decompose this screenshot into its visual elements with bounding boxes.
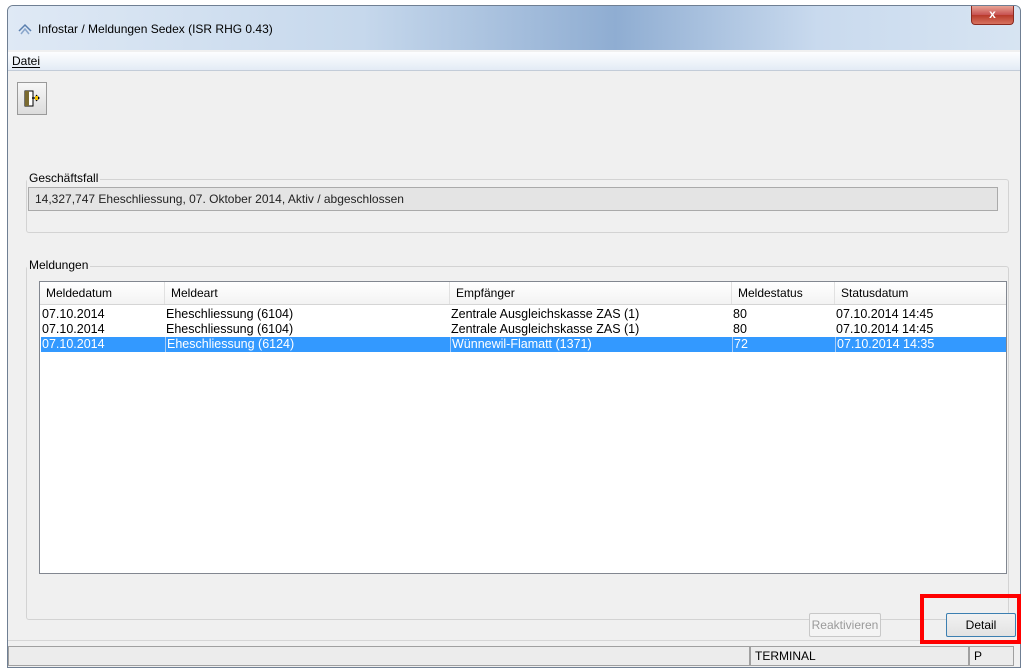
meldungen-legend: Meldungen bbox=[27, 258, 91, 272]
app-icon bbox=[18, 23, 32, 35]
status-segment-main bbox=[8, 646, 750, 666]
cell-empfaenger: Zentrale Ausgleichskasse ZAS (1) bbox=[451, 307, 640, 321]
cell-empfaenger: Wünnewil-Flamatt (1371) bbox=[450, 337, 592, 352]
detail-button[interactable]: Detail bbox=[946, 613, 1016, 637]
menu-bar: Datei bbox=[8, 52, 1020, 71]
cell-statusdatum: 07.10.2014 14:45 bbox=[836, 322, 934, 336]
close-icon: x bbox=[989, 7, 996, 21]
cell-empfaenger: Zentrale Ausgleichskasse ZAS (1) bbox=[451, 322, 640, 336]
cell-meldeart: Eheschliessung (6124) bbox=[165, 337, 295, 352]
title-bar[interactable]: Infostar / Meldungen Sedex (ISR RHG 0.43… bbox=[8, 6, 1020, 50]
cell-meldeart: Eheschliessung (6104) bbox=[166, 322, 294, 336]
table-row[interactable]: 07.10.2014 Eheschliessung (6104) Zentral… bbox=[41, 307, 1006, 322]
status-bar: TERMINAL P bbox=[8, 640, 1020, 667]
cell-meldestatus: 80 bbox=[733, 307, 747, 321]
cell-meldedatum: 07.10.2014 bbox=[42, 322, 105, 336]
meldungen-table[interactable]: Meldedatum Meldeart Empfänger Meldestatu… bbox=[39, 281, 1007, 574]
main-window: Infostar / Meldungen Sedex (ISR RHG 0.43… bbox=[7, 5, 1021, 668]
col-meldedatum[interactable]: Meldedatum bbox=[40, 282, 165, 304]
cell-meldestatus: 80 bbox=[733, 322, 747, 336]
col-meldeart[interactable]: Meldeart bbox=[165, 282, 450, 304]
cell-statusdatum: 07.10.2014 14:35 bbox=[835, 337, 935, 352]
close-button[interactable]: x bbox=[971, 6, 1014, 25]
menu-datei[interactable]: Datei bbox=[12, 54, 40, 68]
cell-meldeart: Eheschliessung (6104) bbox=[166, 307, 294, 321]
table-header: Meldedatum Meldeart Empfänger Meldestatu… bbox=[40, 282, 1006, 305]
col-statusdatum[interactable]: Statusdatum bbox=[835, 282, 1006, 304]
exit-door-icon bbox=[24, 90, 40, 107]
geschaeftsfall-field: 14,327,747 Eheschliessung, 07. Oktober 2… bbox=[28, 187, 998, 211]
cell-statusdatum: 07.10.2014 14:45 bbox=[836, 307, 934, 321]
window-title: Infostar / Meldungen Sedex (ISR RHG 0.43… bbox=[38, 22, 273, 36]
table-row[interactable]: 07.10.2014 Eheschliessung (6104) Zentral… bbox=[41, 322, 1006, 337]
cell-meldedatum: 07.10.2014 bbox=[42, 337, 105, 351]
exit-button[interactable] bbox=[17, 82, 47, 115]
cell-meldestatus: 72 bbox=[732, 337, 748, 352]
col-meldestatus[interactable]: Meldestatus bbox=[732, 282, 835, 304]
reaktivieren-button[interactable]: Reaktivieren bbox=[809, 613, 881, 637]
table-row-selected[interactable]: 07.10.2014 Eheschliessung (6124) Wünnewi… bbox=[41, 337, 1006, 352]
col-empfaenger[interactable]: Empfänger bbox=[450, 282, 732, 304]
status-terminal: TERMINAL bbox=[750, 646, 969, 666]
status-mode: P bbox=[969, 646, 1014, 666]
cell-meldedatum: 07.10.2014 bbox=[42, 307, 105, 321]
geschaeftsfall-legend: Geschäftsfall bbox=[27, 171, 101, 185]
